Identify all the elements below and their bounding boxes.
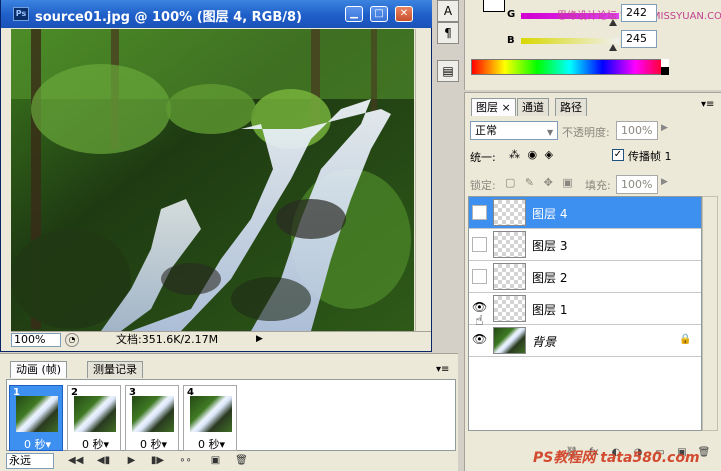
photoshop-icon: Ps	[13, 7, 29, 21]
opacity-arrow-icon[interactable]: ▶	[661, 123, 668, 133]
minimize-button[interactable]: ▁	[345, 6, 363, 22]
layer-row[interactable]: 图层 4	[469, 197, 701, 229]
document-status-bar: 100% ◔ 文档:351.6K/2.17M ▶	[11, 331, 431, 347]
vertical-scrollbar[interactable]	[415, 29, 431, 331]
unify-buttons[interactable]: ⁂ ◉ ◈	[509, 148, 555, 161]
panel-menu-icon[interactable]: ▾≡	[436, 364, 449, 375]
lock-label: 锁定:	[470, 179, 496, 192]
layers-panel: 图层 × 通道 路径 ▾≡ 正常 ▼ 不透明度: 100% ▶ 统一: ⁂ ◉ …	[464, 92, 721, 471]
opacity-field[interactable]: 100%	[616, 121, 658, 140]
foreground-color-swatch[interactable]	[483, 0, 505, 12]
layer-name: 图层 1	[532, 303, 568, 317]
visibility-toggle[interactable]	[472, 205, 487, 220]
frame-thumbnail	[74, 396, 116, 432]
animation-frame[interactable]: 4 0 秒▾	[183, 385, 237, 451]
tween-icon[interactable]: ∘∘	[178, 454, 193, 468]
animation-toolbar: 永远 ◀◀ ◀▮ ▶ ▮▶ ∘∘ ▣ 🗑	[6, 452, 456, 470]
loop-options-select[interactable]: 永远	[6, 453, 54, 469]
frame-thumbnail	[190, 396, 232, 432]
propagate-frame-checkbox[interactable]: ✓	[612, 149, 624, 161]
layer-comps-panel-icon[interactable]: ▤	[437, 60, 459, 82]
previous-frame-icon[interactable]: ◀▮	[96, 454, 111, 468]
tab-animation[interactable]: 动画 (帧)	[10, 361, 68, 378]
visibility-toggle[interactable]	[472, 237, 487, 252]
tab-channels[interactable]: 通道	[517, 98, 549, 116]
animation-frame[interactable]: 1 0 秒▾	[9, 385, 63, 451]
lock-buttons[interactable]: ▢ ✎ ✥ ▣	[505, 176, 576, 189]
waterfall-photo	[11, 29, 414, 331]
blend-mode-value: 正常	[475, 124, 497, 137]
layers-scrollbar[interactable]	[702, 196, 718, 431]
animation-panel: 动画 (帧) 测量记录 ▾≡ 1 0 秒▾ 2 0 秒▾ 3 0 秒▾ 4 0 …	[0, 353, 458, 471]
close-button[interactable]: ✕	[395, 6, 413, 22]
frames-strip: 1 0 秒▾ 2 0 秒▾ 3 0 秒▾ 4 0 秒▾	[6, 379, 456, 451]
layer-list: 图层 4 图层 3 图层 2 👁 ☝ 图层 1 👁 背景 🔒	[468, 196, 702, 431]
document-title: source01.jpg @ 100% (图层 4, RGB/8)	[35, 10, 302, 25]
unify-label: 统一:	[470, 151, 496, 164]
panel-menu-icon[interactable]: ▾≡	[701, 99, 714, 110]
duplicate-frame-icon[interactable]: ▣	[208, 454, 223, 468]
layer-thumbnail	[493, 263, 526, 290]
delete-frame-icon[interactable]: 🗑	[234, 454, 249, 468]
frame-delay-select[interactable]: 0 秒▾	[24, 436, 51, 452]
animation-frame[interactable]: 2 0 秒▾	[67, 385, 121, 451]
layer-row[interactable]: 图层 3	[469, 229, 701, 261]
image-canvas[interactable]	[11, 29, 414, 331]
propagate-frame-label: 传播帧 1	[628, 150, 672, 163]
zoom-field[interactable]: 100%	[11, 333, 61, 347]
black-white-swatch[interactable]	[661, 59, 669, 75]
layer-row[interactable]: 图层 2	[469, 261, 701, 293]
layer-row[interactable]: 👁 ☝ 图层 1	[469, 293, 701, 329]
lock-icon: 🔒	[679, 334, 692, 345]
eye-icon[interactable]: 👁	[472, 333, 487, 348]
blue-value-field[interactable]: 245	[621, 30, 657, 48]
layer-row[interactable]: 👁 背景 🔒	[469, 325, 701, 357]
frame-thumbnail	[16, 396, 58, 432]
animation-frame[interactable]: 3 0 秒▾	[125, 385, 179, 451]
play-icon[interactable]: ▶	[124, 454, 139, 468]
chevron-down-icon: ▼	[547, 128, 554, 137]
visibility-toggle[interactable]	[472, 269, 487, 284]
frame-thumbnail	[132, 396, 174, 432]
fill-arrow-icon[interactable]: ▶	[661, 177, 668, 187]
layer-thumbnail	[493, 295, 526, 322]
tab-layers[interactable]: 图层 ×	[471, 98, 516, 116]
color-panel: G 思缘设计论坛 WWW.MISSYUAN.COM 242 B 245	[464, 0, 721, 90]
frame-delay-select[interactable]: 0 秒▾	[198, 436, 225, 452]
layer-name: 图层 2	[532, 271, 568, 285]
tab-measurement-log[interactable]: 测量记录	[87, 361, 143, 378]
document-window: Ps source01.jpg @ 100% (图层 4, RGB/8) ▁ □…	[0, 0, 433, 352]
layer-name: 图层 3	[532, 239, 568, 253]
opacity-label: 不透明度:	[562, 126, 610, 139]
layer-thumbnail	[493, 199, 526, 226]
frame-delay-select[interactable]: 0 秒▾	[140, 436, 167, 452]
fill-field[interactable]: 100%	[616, 175, 658, 194]
blend-mode-select[interactable]: 正常 ▼	[470, 121, 558, 140]
blue-label: B	[507, 35, 515, 46]
color-spectrum-bar[interactable]	[471, 59, 669, 75]
layer-name: 背景	[532, 335, 557, 349]
tab-paths[interactable]: 路径	[555, 98, 587, 116]
maximize-button[interactable]: □	[370, 6, 388, 22]
first-frame-icon[interactable]: ◀◀	[68, 454, 83, 468]
document-titlebar[interactable]: Ps source01.jpg @ 100% (图层 4, RGB/8) ▁ □…	[1, 0, 433, 28]
blue-slider-thumb[interactable]	[609, 44, 617, 51]
paragraph-panel-icon[interactable]: ¶	[437, 22, 459, 44]
green-value-field[interactable]: 242	[621, 4, 657, 22]
frame-delay-select[interactable]: 0 秒▾	[82, 436, 109, 452]
status-menu-arrow-icon[interactable]: ▶	[256, 334, 263, 344]
layer-name: 图层 4	[532, 207, 568, 221]
next-frame-icon[interactable]: ▮▶	[150, 454, 165, 468]
navigator-icon[interactable]: ◔	[65, 333, 79, 347]
site-watermark: PS教程网 tata580.com	[533, 450, 700, 466]
document-info: 文档:351.6K/2.17M	[116, 333, 219, 346]
blue-slider-track[interactable]	[521, 38, 619, 44]
layer-thumbnail	[493, 327, 526, 354]
tool-strip: A ¶ ▤	[432, 0, 462, 92]
fill-label: 填充:	[585, 179, 611, 192]
green-label: G	[507, 9, 516, 20]
character-panel-icon[interactable]: A	[437, 0, 459, 22]
layer-thumbnail	[493, 231, 526, 258]
